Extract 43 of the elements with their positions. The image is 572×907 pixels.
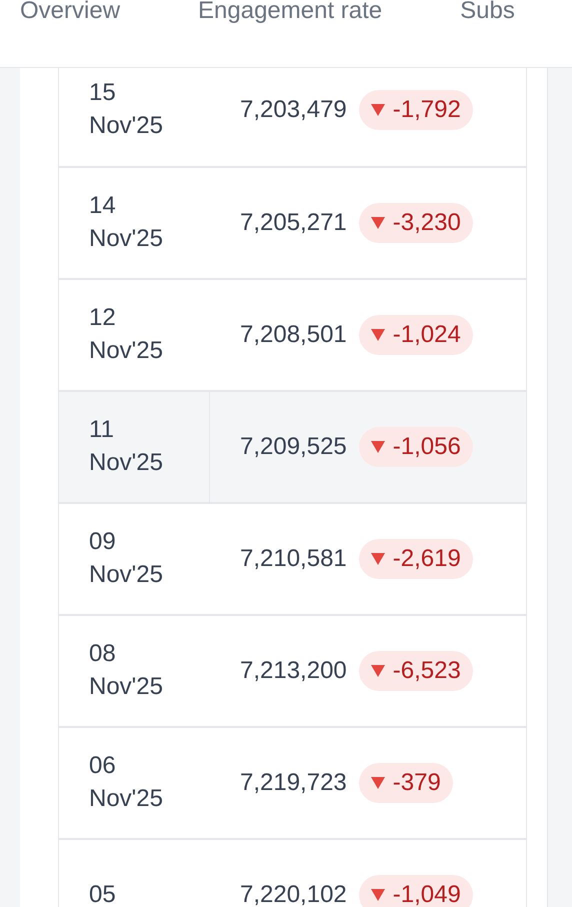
tab[interactable]: Engagement rate: [198, 0, 382, 25]
tab[interactable]: Overview: [20, 0, 120, 25]
subscriber-count: 7,210,581: [240, 544, 347, 574]
down-triangle-icon: [370, 441, 385, 453]
change-badge: -6,523: [358, 651, 473, 691]
date-month: Nov'25: [89, 337, 164, 366]
table-row[interactable]: 11 Nov'25 7,209,525 -1,056: [59, 392, 526, 504]
date-day: 12: [89, 304, 210, 333]
down-triangle-icon: [370, 889, 385, 901]
change-badge: -2,619: [358, 539, 473, 579]
date-day: 14: [89, 192, 210, 221]
date-month: Nov'25: [89, 225, 164, 254]
change-badge: -1,056: [358, 427, 473, 467]
date-day: 09: [89, 528, 210, 557]
change-badge: -1,049: [358, 875, 473, 907]
subscriber-count: 7,220,102: [240, 880, 347, 907]
change-badge: -1,792: [358, 90, 473, 130]
date-day: 08: [89, 640, 210, 669]
subscriber-count: 7,209,525: [240, 432, 347, 462]
date-month: Nov'25: [89, 561, 164, 590]
change-badge: -1,024: [358, 315, 473, 355]
down-triangle-icon: [370, 553, 385, 565]
date-month: Nov'25: [89, 449, 164, 478]
subscriber-count: 7,205,271: [240, 208, 347, 238]
subscriber-count: 7,203,479: [240, 96, 347, 124]
date-day: 15: [89, 79, 210, 108]
tab[interactable]: Subs: [460, 0, 515, 25]
subscriber-count: 7,213,200: [240, 656, 347, 686]
change-badge: -379: [358, 763, 453, 803]
date-day: 06: [89, 752, 210, 781]
subscriber-count: 7,219,723: [240, 768, 347, 798]
date-day: 11: [89, 416, 209, 445]
date-month: Nov'25: [89, 673, 164, 702]
down-triangle-icon: [370, 777, 385, 789]
down-triangle-icon: [370, 329, 385, 341]
down-triangle-icon: [370, 104, 385, 116]
date-day: 05: [89, 880, 210, 907]
down-triangle-icon: [370, 665, 385, 677]
date-month: Nov'25: [89, 785, 164, 814]
subscriber-count: 7,208,501: [240, 320, 347, 350]
date-month: Nov'25: [89, 112, 164, 141]
down-triangle-icon: [370, 217, 385, 229]
change-badge: -3,230: [358, 203, 473, 243]
